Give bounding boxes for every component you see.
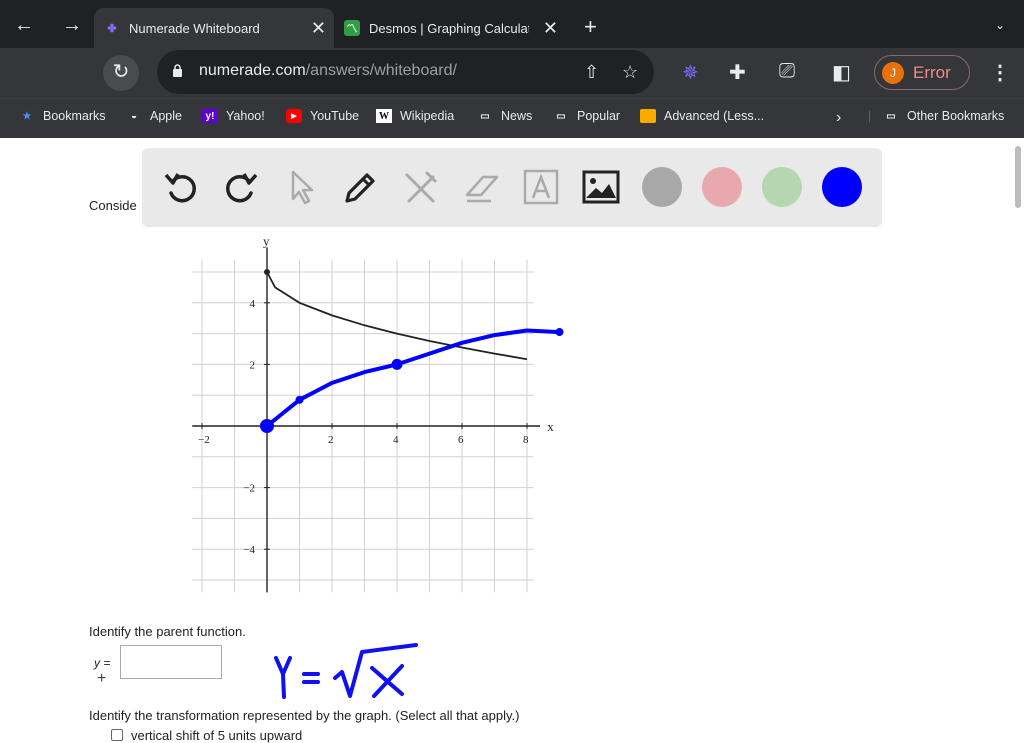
tab-title: Numerade Whiteboard	[129, 20, 260, 36]
handdrawn-point	[260, 419, 274, 433]
y-tick-label: −4	[243, 544, 255, 556]
folder-icon: ▭	[556, 110, 566, 122]
question-parent-function: Identify the parent function.	[89, 624, 246, 639]
bookmark-advanced[interactable]: Advanced (Less...	[640, 109, 764, 123]
color-swatch-gray[interactable]	[642, 167, 682, 207]
bookmark-yahoo[interactable]: y! Yahoo!	[202, 109, 265, 123]
back-button[interactable]: ←	[10, 13, 38, 37]
question-intro: Conside	[89, 198, 137, 213]
handdrawn-point	[555, 328, 564, 337]
text-icon[interactable]	[521, 167, 561, 207]
image-icon[interactable]	[581, 167, 621, 207]
tab-title: Desmos | Graphing Calculato	[369, 20, 529, 36]
bookmark-icon	[640, 109, 656, 123]
x-tick-label: 2	[328, 434, 334, 446]
parent-function-input[interactable]	[120, 645, 222, 679]
question-transformation: Identify the transformation represented …	[89, 708, 520, 723]
close-icon[interactable]: ✕	[543, 18, 558, 39]
bookmark-apple[interactable]: ◒ Apple	[126, 109, 182, 123]
url-path: /answers/whiteboard/	[305, 62, 457, 79]
bookmark-label: Wikipedia	[400, 109, 455, 123]
color-swatch-green[interactable]	[762, 167, 802, 207]
extension-icon[interactable]: ✵	[682, 60, 699, 85]
side-panel-icon[interactable]: ◧	[832, 60, 851, 85]
function-graph: xy −2 2 4 6 842−2−4	[192, 233, 564, 593]
puzzle-icon[interactable]: ✚	[729, 60, 746, 85]
tab-desmos[interactable]: 〽 Desmos | Graphing Calculato ✕	[334, 8, 566, 48]
bookmark-news[interactable]: ▭ News	[477, 109, 532, 123]
y-tick-label: 4	[250, 298, 256, 310]
bookmark-label: YouTube	[310, 109, 360, 123]
pointer-icon[interactable]	[281, 167, 321, 207]
bookmark-other[interactable]: ▭ Other Bookmarks	[883, 109, 1004, 123]
y-tick-label: 2	[250, 359, 256, 371]
tab-search-chevron-icon[interactable]: ⌄	[995, 18, 1005, 32]
eraser-icon[interactable]	[461, 167, 501, 207]
folder-icon: ▭	[886, 110, 896, 122]
bookmark-youtube[interactable]: ▶ YouTube	[286, 109, 359, 123]
x-tick-label: 8	[523, 434, 529, 446]
menu-icon[interactable]: ⋮	[990, 60, 1010, 85]
pen-icon[interactable]	[341, 167, 381, 207]
folder-icon: ▭	[480, 110, 490, 122]
y-equals-label: y =	[94, 656, 111, 670]
numerade-icon: ✤	[107, 22, 117, 35]
bookmark-popular[interactable]: ▭ Popular	[553, 109, 620, 123]
forward-button[interactable]: →	[58, 13, 86, 37]
x-tick-label: −2	[198, 434, 210, 446]
profile-status: Error	[913, 62, 951, 82]
lock-icon	[173, 64, 182, 77]
bookmark-divider: |	[868, 109, 872, 123]
bookmark-label: Other Bookmarks	[907, 109, 1005, 123]
option-checkbox-1[interactable]	[111, 729, 123, 741]
graph-curves	[260, 269, 564, 433]
curve-given-endpoint	[264, 269, 270, 275]
x-axis-label: x	[547, 419, 554, 434]
redo-icon[interactable]	[221, 167, 261, 207]
y-axis-label: y	[263, 233, 270, 248]
curve-handdrawn	[265, 328, 562, 428]
avatar: J	[882, 61, 904, 84]
color-swatch-blue[interactable]	[822, 167, 862, 207]
bookmark-label: Apple	[150, 109, 182, 123]
option-label-1: vertical shift of 5 units upward	[131, 728, 303, 743]
bookmark-label: Popular	[577, 109, 621, 123]
bookmark-bookmarks[interactable]: ★ Bookmarks	[19, 109, 106, 123]
apple-icon: ◒	[130, 110, 138, 122]
scrollbar[interactable]	[1015, 146, 1021, 208]
bookmark-label: Bookmarks	[43, 109, 106, 123]
cast-icon[interactable]: ⎚	[779, 60, 795, 83]
tools-icon[interactable]	[401, 167, 441, 207]
color-swatch-pink[interactable]	[702, 167, 742, 207]
youtube-icon: ▶	[286, 109, 302, 123]
wikipedia-icon: W	[376, 109, 392, 123]
bookmark-wikipedia[interactable]: W Wikipedia	[376, 109, 454, 123]
url-text: numerade.com/answers/whiteboard/	[199, 62, 457, 80]
reload-icon: ↻	[112, 61, 130, 83]
x-tick-label: 6	[458, 434, 464, 446]
handdrawn-point	[295, 395, 304, 404]
share-icon[interactable]: ⇧	[584, 62, 599, 83]
star-icon: ★	[22, 110, 32, 122]
close-icon[interactable]: ✕	[311, 18, 326, 39]
handdrawn-point	[391, 358, 403, 370]
profile-button[interactable]: J Error	[874, 55, 970, 90]
star-icon[interactable]: ☆	[622, 62, 638, 83]
url-host: numerade.com	[199, 62, 306, 79]
desmos-icon: 〽	[344, 20, 360, 36]
graph-ticks: −2 2 4 6 8 4 2 −2 −4	[198, 298, 529, 556]
bookmark-label: News	[501, 109, 533, 123]
x-tick-label: 4	[393, 434, 399, 446]
tab-numerade[interactable]: ✤ Numerade Whiteboard ✕	[94, 8, 334, 48]
bookmark-label: Advanced (Less...	[664, 109, 765, 123]
y-tick-label: −2	[243, 483, 255, 495]
new-tab-button[interactable]: +	[584, 16, 597, 38]
graph-axes: xy	[192, 233, 554, 593]
math-palette-icon[interactable]: +	[97, 670, 106, 688]
handwritten-annotation	[274, 643, 418, 699]
yahoo-icon: y!	[202, 109, 218, 123]
bookmark-label: Yahoo!	[226, 109, 265, 123]
undo-icon[interactable]	[161, 167, 201, 207]
chevron-right-icon[interactable]: ›	[836, 109, 841, 127]
